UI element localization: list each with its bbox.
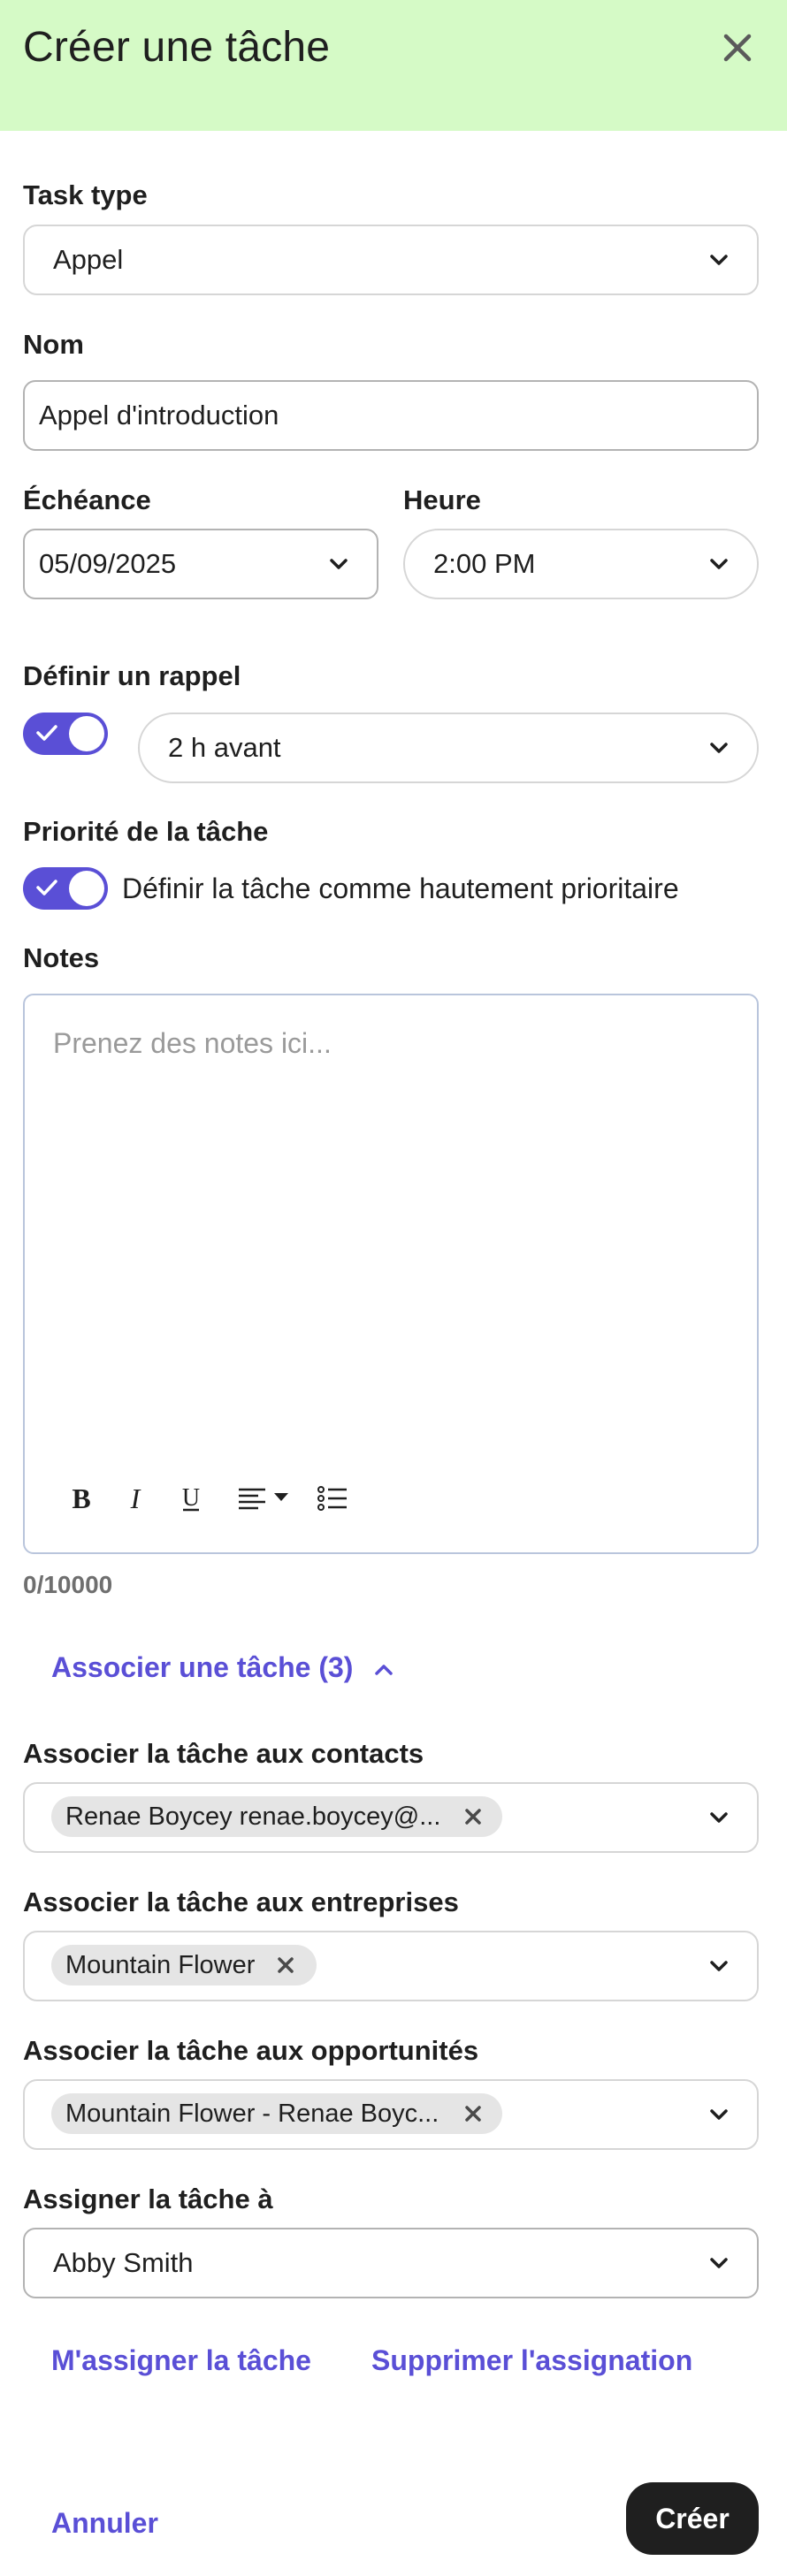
- remove-chip-icon[interactable]: [463, 1807, 483, 1826]
- chevron-down-icon: [710, 1812, 728, 1823]
- svg-text:U: U: [182, 1484, 200, 1512]
- company-chip: Mountain Flower: [51, 1945, 317, 1985]
- contact-chip: Renae Boycey renae.boycey@...: [51, 1796, 502, 1837]
- due-date-value: 05/09/2025: [39, 548, 177, 579]
- italic-button[interactable]: I: [120, 1476, 150, 1520]
- bulleted-list-button[interactable]: [315, 1476, 350, 1520]
- bold-button[interactable]: B: [64, 1476, 99, 1520]
- svg-text:I: I: [130, 1485, 141, 1512]
- contact-chip-label: Renae Boycey renae.boycey@...: [65, 1802, 441, 1831]
- chevron-down-icon: [710, 2109, 728, 2120]
- chevron-down-icon: [710, 2258, 728, 2268]
- toggle-knob: [69, 871, 104, 906]
- notes-editor[interactable]: Prenez des notes ici... B I U: [23, 994, 759, 1554]
- chevron-down-icon: [710, 559, 728, 569]
- time-label: Heure: [403, 484, 481, 515]
- notes-character-counter: 0/10000: [23, 1571, 113, 1598]
- svg-text:B: B: [72, 1485, 90, 1512]
- chevron-down-icon: [330, 559, 348, 569]
- close-button[interactable]: [707, 19, 768, 76]
- check-icon: [36, 880, 57, 896]
- assignee-label: Assigner la tâche à: [23, 2184, 273, 2214]
- create-button[interactable]: Créer: [626, 2482, 759, 2555]
- remove-assignment-link[interactable]: Supprimer l'assignation: [371, 2344, 692, 2377]
- underline-button[interactable]: U: [175, 1476, 207, 1520]
- align-dropdown-button[interactable]: [235, 1476, 294, 1520]
- associate-task-toggle[interactable]: Associer une tâche (3): [51, 1651, 394, 1684]
- priority-text: Définir la tâche comme hautement priorit…: [122, 873, 679, 904]
- toggle-knob: [69, 716, 104, 751]
- reminder-toggle[interactable]: [23, 713, 108, 755]
- time-select[interactable]: 2:00 PM: [403, 529, 759, 599]
- deals-label: Associer la tâche aux opportunités: [23, 2035, 479, 2066]
- align-left-icon: [239, 1488, 288, 1510]
- cancel-button[interactable]: Annuler: [51, 2507, 158, 2540]
- assignee-select[interactable]: Abby Smith: [23, 2228, 759, 2298]
- contacts-label: Associer la tâche aux contacts: [23, 1738, 424, 1769]
- bold-icon: B: [72, 1485, 90, 1512]
- task-type-select[interactable]: Appel: [23, 225, 759, 295]
- chevron-up-icon: [375, 1664, 394, 1675]
- bulleted-list-icon: [317, 1486, 347, 1511]
- deal-chip-label: Mountain Flower - Renae Boyc...: [65, 2099, 439, 2128]
- assignee-value: Abby Smith: [53, 2247, 194, 2278]
- reminder-label: Définir un rappel: [23, 660, 241, 691]
- modal-title: Créer une tâche: [23, 24, 331, 71]
- time-value: 2:00 PM: [433, 548, 536, 579]
- notes-label: Notes: [23, 942, 100, 973]
- chevron-down-icon: [710, 743, 728, 753]
- close-icon: [723, 34, 752, 62]
- assign-to-me-link[interactable]: M'assigner la tâche: [51, 2344, 311, 2377]
- name-label: Nom: [23, 329, 84, 360]
- due-date-picker[interactable]: 05/09/2025: [23, 529, 378, 599]
- reminder-value: 2 h avant: [168, 732, 281, 763]
- reminder-select[interactable]: 2 h avant: [138, 713, 759, 783]
- name-value: Appel d'introduction: [39, 400, 279, 431]
- modal-header: Créer une tâche: [0, 0, 787, 131]
- check-icon: [36, 725, 57, 741]
- remove-chip-icon[interactable]: [276, 1955, 295, 1975]
- remove-chip-icon[interactable]: [463, 2104, 483, 2123]
- associate-task-label: Associer une tâche (3): [51, 1651, 354, 1683]
- italic-icon: I: [130, 1485, 141, 1512]
- name-input[interactable]: Appel d'introduction: [23, 380, 759, 451]
- company-chip-label: Mountain Flower: [65, 1950, 256, 1979]
- underline-icon: U: [182, 1484, 200, 1512]
- due-date-label: Échéance: [23, 484, 151, 515]
- priority-toggle[interactable]: [23, 867, 108, 910]
- priority-label: Priorité de la tâche: [23, 816, 269, 847]
- chevron-down-icon: [710, 1961, 728, 1971]
- task-type-label: Task type: [23, 179, 148, 210]
- companies-label: Associer la tâche aux entreprises: [23, 1886, 459, 1917]
- deal-chip: Mountain Flower - Renae Boyc...: [51, 2093, 502, 2134]
- task-type-value: Appel: [53, 244, 124, 275]
- notes-placeholder: Prenez des notes ici...: [53, 1027, 332, 1059]
- chevron-down-icon: [710, 255, 728, 265]
